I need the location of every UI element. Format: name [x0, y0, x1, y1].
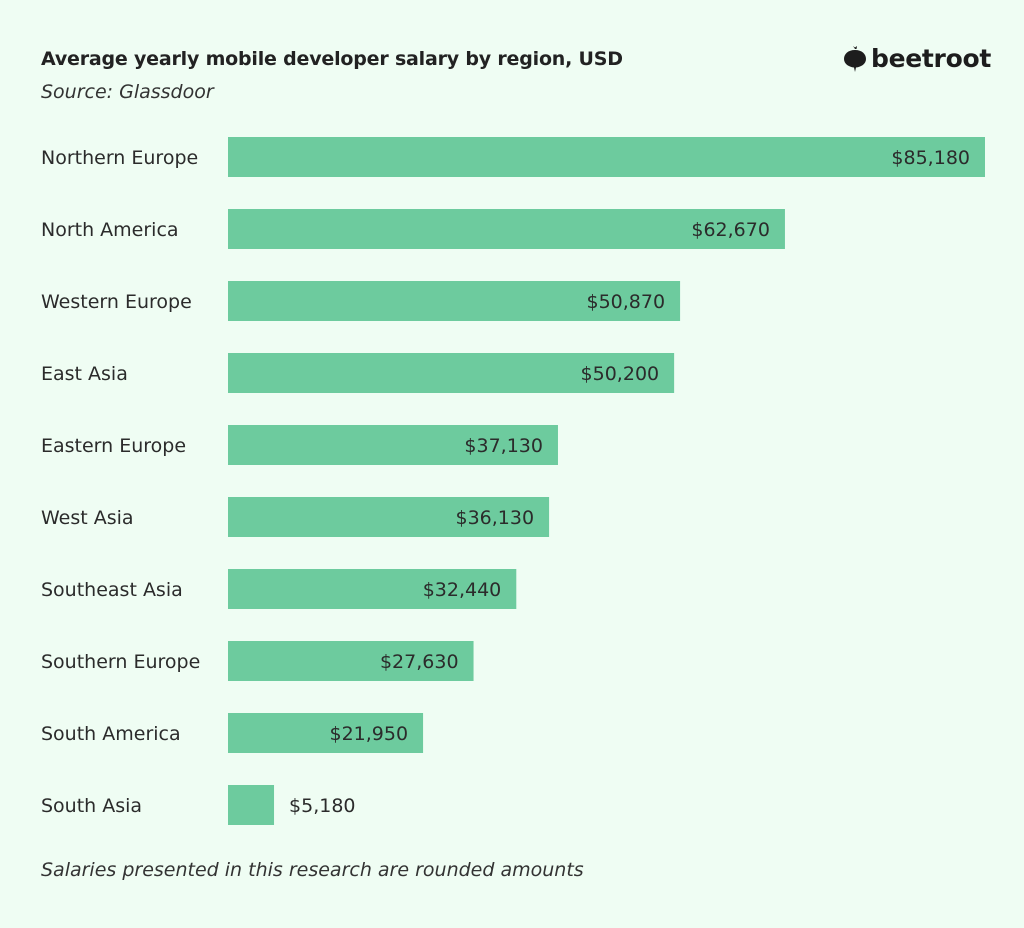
- category-label: West Asia: [41, 507, 134, 529]
- value-label: $27,630: [380, 651, 459, 673]
- bar: [228, 137, 985, 177]
- value-label: $21,950: [329, 723, 408, 745]
- value-label: $37,130: [464, 435, 543, 457]
- category-label: Western Europe: [41, 291, 192, 313]
- category-label: Southeast Asia: [41, 579, 183, 601]
- category-label: North America: [41, 219, 179, 241]
- category-label: South America: [41, 723, 181, 745]
- value-label: $50,870: [587, 291, 666, 313]
- category-label: Southern Europe: [41, 651, 200, 673]
- category-label: East Asia: [41, 363, 128, 385]
- category-label: Northern Europe: [41, 147, 198, 169]
- value-label: $62,670: [691, 219, 770, 241]
- bar-chart: Northern Europe $85,180 North America $62,6…: [41, 137, 985, 825]
- footnote: Salaries presented in this research are …: [41, 859, 584, 881]
- bar: [228, 785, 275, 825]
- value-label: $36,130: [456, 507, 535, 529]
- value-label: $50,200: [581, 363, 660, 385]
- value-label: $32,440: [423, 579, 502, 601]
- category-label: Eastern Europe: [41, 435, 186, 457]
- category-label: South Asia: [41, 795, 142, 817]
- value-label: $85,180: [891, 147, 970, 169]
- value-label: $5,180: [289, 795, 355, 817]
